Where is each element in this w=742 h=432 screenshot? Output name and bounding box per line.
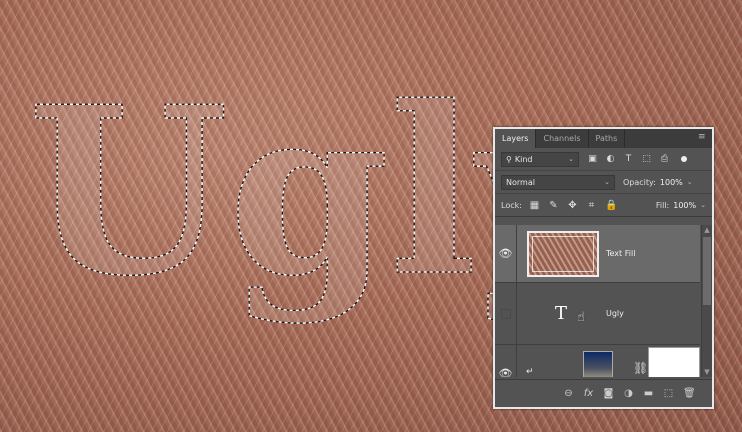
fill-chevron-icon[interactable]: ⌄: [700, 201, 706, 209]
gradient-map-thumbnail: [583, 351, 613, 377]
scroll-down-icon[interactable]: ▼: [702, 367, 712, 377]
lock-all-icon[interactable]: 🔒: [605, 200, 617, 211]
new-group-icon[interactable]: ▬: [643, 388, 654, 399]
fill-value[interactable]: 100%: [673, 201, 696, 210]
chevron-down-icon: ⌄: [568, 155, 574, 163]
layer-row-gradient-map[interactable]: 👁 ↵ ⛓: [495, 345, 700, 377]
lock-position-icon[interactable]: ✥: [567, 200, 578, 211]
eye-icon: 👁: [498, 247, 513, 260]
layer-row-text-fill[interactable]: 👁 Text Fill: [495, 225, 700, 283]
layers-list: 👁 Text Fill T ☝ Ugly 👁 ↵ ⛓: [495, 225, 700, 377]
scrollbar-thumb[interactable]: [703, 237, 711, 305]
lock-icons: ▦ ✎ ✥ ⌗ 🔒: [529, 200, 618, 211]
panel-menu-icon[interactable]: ≡: [698, 133, 707, 142]
lock-artboard-icon[interactable]: ⌗: [586, 200, 597, 211]
fx-icon[interactable]: fx: [583, 388, 594, 399]
tab-layers[interactable]: Layers: [495, 129, 537, 148]
layer-name[interactable]: Text Fill: [606, 249, 635, 258]
search-icon: ⚲: [506, 154, 512, 164]
layer-thumbnail: [527, 231, 599, 277]
tab-paths[interactable]: Paths: [589, 129, 626, 148]
layers-panel: Layers Channels Paths ≡ ⚲ Kind ⌄ ▣ ◐ T ⬚…: [493, 127, 714, 409]
layer-row-ugly[interactable]: T ☝ Ugly: [495, 283, 700, 345]
visibility-toggle[interactable]: 👁: [495, 225, 517, 282]
tab-channels[interactable]: Channels: [536, 129, 589, 148]
adjustment-layer-filter-icon[interactable]: ◐: [605, 154, 616, 165]
blend-row: Normal ⌄ Opacity: 100% ⌄: [495, 171, 712, 194]
new-layer-icon[interactable]: ⬚: [663, 388, 674, 399]
visibility-toggle[interactable]: [495, 283, 517, 344]
shape-layer-filter-icon[interactable]: ⬚: [641, 154, 652, 165]
delete-layer-icon[interactable]: 🗑: [683, 388, 696, 399]
type-layer-icon: T: [555, 303, 568, 324]
layer-name[interactable]: Ugly: [606, 309, 624, 318]
smart-object-filter-icon[interactable]: ⎙: [659, 154, 670, 165]
filter-toggle-icon[interactable]: [681, 156, 687, 162]
layers-scrollbar[interactable]: ▲ ▼: [701, 225, 712, 377]
kind-filter-select[interactable]: ⚲ Kind ⌄: [501, 151, 579, 167]
scroll-up-icon[interactable]: ▲: [702, 225, 712, 235]
lock-transparent-pixels-icon[interactable]: ▦: [529, 200, 540, 211]
fill-label: Fill:: [655, 200, 670, 210]
adjustment-layer-icon[interactable]: ◑: [623, 388, 634, 399]
lock-label: Lock:: [501, 200, 522, 210]
pixel-layer-filter-icon[interactable]: ▣: [587, 154, 598, 165]
chevron-down-icon: ⌄: [604, 178, 610, 186]
type-layer-filter-icon[interactable]: T: [623, 154, 634, 165]
layer-mask-thumbnail[interactable]: [648, 347, 700, 377]
visibility-toggle[interactable]: 👁: [495, 345, 517, 377]
kind-filter-label: Kind: [514, 154, 533, 164]
clipping-arrow-icon: ↵: [526, 367, 534, 377]
panel-tabs: Layers Channels Paths ≡: [495, 129, 712, 148]
filter-row: ⚲ Kind ⌄ ▣ ◐ T ⬚ ⎙: [495, 148, 712, 171]
lock-image-pixels-icon[interactable]: ✎: [548, 200, 559, 211]
filter-icons: ▣ ◐ T ⬚ ⎙: [587, 154, 687, 165]
add-mask-icon[interactable]: ◙: [603, 388, 614, 399]
eye-icon: 👁: [498, 367, 513, 377]
hand-cursor-icon: ☝: [577, 310, 585, 325]
link-layers-icon[interactable]: ⊖: [563, 388, 574, 399]
link-chain-icon[interactable]: ⛓: [633, 361, 648, 375]
opacity-value[interactable]: 100%: [660, 178, 683, 187]
panel-footer: ⊖ fx ◙ ◑ ▬ ⬚ 🗑: [495, 379, 712, 407]
opacity-label: Opacity:: [623, 177, 656, 187]
blend-mode-value: Normal: [506, 177, 535, 187]
blend-mode-select[interactable]: Normal ⌄: [501, 174, 615, 190]
lock-row: Lock: ▦ ✎ ✥ ⌗ 🔒 Fill: 100% ⌄: [495, 194, 712, 217]
opacity-chevron-icon[interactable]: ⌄: [687, 178, 693, 186]
hidden-eye-icon: [500, 308, 511, 319]
